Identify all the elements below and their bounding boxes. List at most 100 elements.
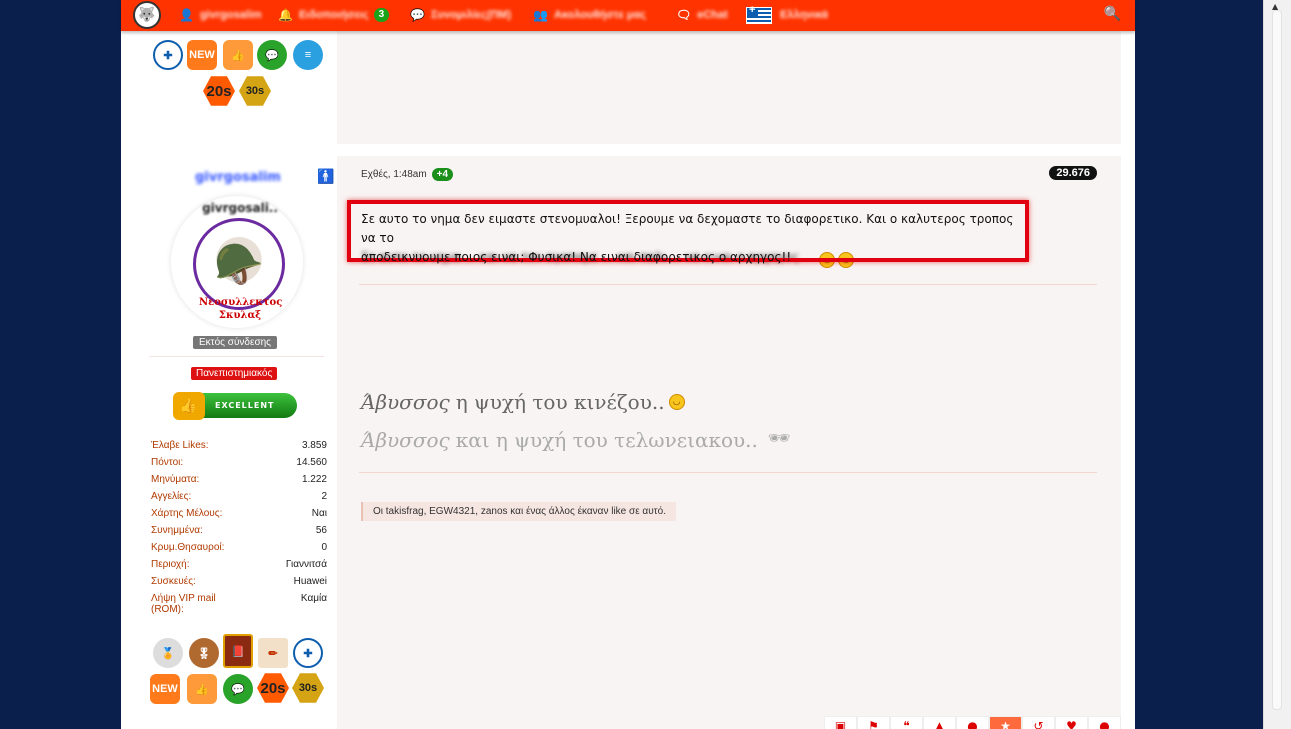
greek-flag-badge-icon: ✚	[153, 40, 183, 70]
badge-30s-icon: 30s	[292, 673, 324, 703]
page-scrollbar[interactable]: ▲	[1263, 0, 1291, 729]
stat-value: Γιαννιτσά	[285, 559, 327, 570]
chat-icon: 💬	[410, 8, 425, 22]
stat-value: 1.222	[301, 474, 327, 485]
stat-row: Πόντοι: 14.560	[151, 457, 327, 474]
stat-value: 14.560	[296, 457, 327, 468]
site-logo[interactable]: 🐺	[133, 1, 161, 29]
like-action-icon[interactable]: ★	[989, 716, 1022, 729]
post-body: Εχθές, 1:48am +4 29.676 Σε αυτο το νημα …	[337, 156, 1121, 729]
post-number[interactable]: 29.676	[1049, 166, 1097, 180]
nav-echat[interactable]: 🗨 eChat	[676, 6, 728, 24]
report-icon[interactable]: ▣	[824, 716, 857, 729]
post-date-text: Εχθές, 1:48am	[361, 169, 427, 180]
badge-30s-icon: 30s	[239, 76, 271, 106]
share-icon[interactable]: ▲	[923, 716, 956, 729]
thumbs-up-icon: 👍	[173, 391, 205, 420]
medal-silver-icon: 🏅	[153, 638, 183, 668]
nav-conversations-label: Συνομιλίες(ΠΜ)	[430, 9, 512, 21]
medal-bronze-icon: 🎖	[189, 638, 219, 668]
message-line: αποδεικνυουμε ποιος ειναι; Φυσικα! Να ει…	[361, 250, 792, 264]
message-line: Σε αυτο το νημα δεν ειμαστε στενομυαλοι!…	[361, 212, 1014, 245]
stat-key: Κρυμ.Θησαυροί:	[151, 542, 225, 553]
post-author-sidebar: givrgosalim 🚹 givrgosali.. 🪖 Νεοσυλλεκτο…	[135, 156, 337, 729]
stat-value: 56	[315, 525, 327, 536]
badge-20s-icon: 20s	[257, 673, 289, 703]
user-icon: 👤	[179, 8, 194, 22]
author-stats: Έλαβε Likes: 3.859 Πόντοι: 14.560 Μηνύματα…	[151, 440, 327, 620]
bubble-badge-icon: ≡	[293, 40, 323, 70]
sidebar-divider	[149, 356, 324, 357]
book-icon: 📕	[223, 634, 253, 668]
nav-follow-us[interactable]: 👥 Ακολουθήστε μας	[533, 6, 646, 24]
signature-text: η ψυχή του κινέζου..	[455, 390, 665, 414]
grin-emoji-icon: ◡	[668, 394, 685, 410]
flag-action-icon[interactable]: ⚑	[857, 716, 890, 729]
nav-notifications[interactable]: 🔔 Ειδοποιήσεις 3	[278, 6, 390, 24]
post: givrgosalim 🚹 givrgosali.. 🪖 Νεοσυλλεκτο…	[135, 156, 1121, 729]
top-nav-bar: 🐺 👤 givrgosalim 🔔 Ειδοποιήσεις 3 💬 Συνομ…	[121, 0, 1135, 31]
search-icon[interactable]: 🔍	[1104, 6, 1121, 22]
stat-key: Πόντοι:	[151, 457, 184, 468]
post-date[interactable]: Εχθές, 1:48am +4	[361, 168, 454, 181]
rank-badge: Πανεπιστημιακός	[191, 367, 278, 380]
stat-row: Έλαβε Likes: 3.859	[151, 440, 327, 457]
stat-row: Περιοχή: Γιαννιτσά	[151, 559, 327, 576]
quote-icon[interactable]: ❝	[890, 716, 923, 729]
avatar-caption-top: givrgosali..	[202, 201, 278, 215]
hacker-emoji-icon: 🕶	[767, 428, 791, 449]
signature-italic: Άβυσσος	[361, 390, 450, 414]
likes-summary[interactable]: Οι takisfrag, EGW4321, zanos και ένας άλ…	[361, 502, 676, 521]
signature-divider	[359, 472, 1097, 473]
new-badge-icon: NEW	[187, 40, 217, 70]
scrollbar-thumb[interactable]	[1272, 10, 1282, 710]
stat-key: Έλαβε Likes:	[151, 440, 209, 451]
stat-key: Περιοχή:	[151, 559, 190, 570]
nav-language-label: Ελληνικά	[780, 9, 828, 21]
post-message: Σε αυτο το νημα δεν ειμαστε στενομυαλοι!…	[361, 210, 1031, 267]
multiquote-icon[interactable]: ↺	[1022, 716, 1055, 729]
like-badge-icon: 👍	[187, 674, 217, 704]
bell-icon: 🔔	[278, 8, 293, 22]
greek-flag-badge-icon: ✚	[293, 638, 323, 668]
post-divider	[359, 284, 1097, 285]
badge-20s-icon: 20s	[203, 76, 235, 106]
more-icon[interactable]: ●	[1088, 716, 1121, 729]
bookmark-icon[interactable]: ●	[956, 716, 989, 729]
chat-badge-icon: 💬	[223, 674, 253, 704]
like-badge-icon: 👍	[223, 40, 253, 70]
stat-row: Μηνύματα: 1.222	[151, 474, 327, 491]
stat-value: Huawei	[293, 576, 327, 587]
reply-icon[interactable]: ♥	[1055, 716, 1088, 729]
stat-key: Συνημμένα:	[151, 525, 203, 536]
post-action-bar: ▣ ⚑ ❝ ▲ ● ★ ↺ ♥ ●	[824, 716, 1121, 729]
stat-key: Συσκευές:	[151, 576, 196, 587]
signature-line-1: Άβυσσος η ψυχή του κινέζου.. ◡	[361, 390, 685, 414]
stat-value: 2	[321, 491, 327, 502]
stat-row: Χάρτης Μέλους: Ναι	[151, 508, 327, 525]
pencil-icon: ✏	[258, 638, 288, 668]
nav-language[interactable]: Ελληνικά	[746, 4, 828, 24]
stat-row: Συσκευές: Huawei	[151, 576, 327, 593]
post-reputation-badge[interactable]: +4	[431, 168, 454, 181]
nav-notifications-label: Ειδοποιήσεις	[298, 9, 369, 21]
flag-icon	[746, 4, 772, 24]
nav-conversations[interactable]: 💬 Συνομιλίες(ΠΜ)	[410, 6, 511, 24]
nav-user[interactable]: 👤 givrgosalim	[179, 6, 262, 24]
stat-key: Λήψη VIP mail (ROM):	[151, 593, 216, 615]
new-badge-icon: NEW	[150, 674, 180, 704]
author-username[interactable]: givrgosalim	[195, 170, 281, 185]
stat-key: Χάρτης Μέλους:	[151, 508, 223, 519]
stat-key: Αγγελίες:	[151, 491, 192, 502]
stat-value: Καμία	[300, 593, 327, 604]
stat-row: Αγγελίες: 2	[151, 491, 327, 508]
signature-italic: Άβυσσος	[361, 428, 450, 452]
male-icon: 🚹	[317, 169, 335, 185]
excellent-badge: 👍 EXCELLENT	[173, 391, 297, 420]
chat-bubble-icon: 🗨	[676, 8, 692, 22]
stat-value: 0	[321, 542, 327, 553]
stat-row: Συνημμένα: 56	[151, 525, 327, 542]
status-badge: Εκτός σύνδεσης	[193, 336, 277, 349]
signature-text: και η ψυχή του τελωνειακου..	[455, 428, 758, 452]
users-icon: 👥	[533, 8, 548, 22]
